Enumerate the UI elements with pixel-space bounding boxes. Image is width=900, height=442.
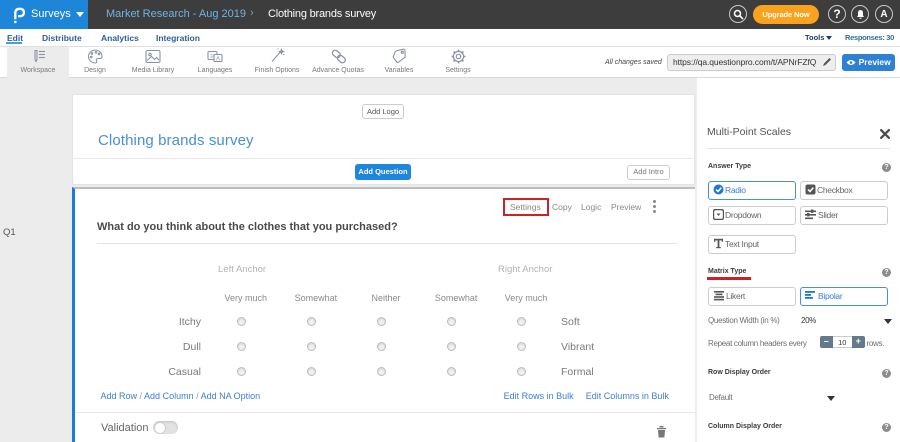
svg-text:A: A	[216, 57, 220, 63]
svg-text:≡: ≡	[210, 54, 214, 60]
